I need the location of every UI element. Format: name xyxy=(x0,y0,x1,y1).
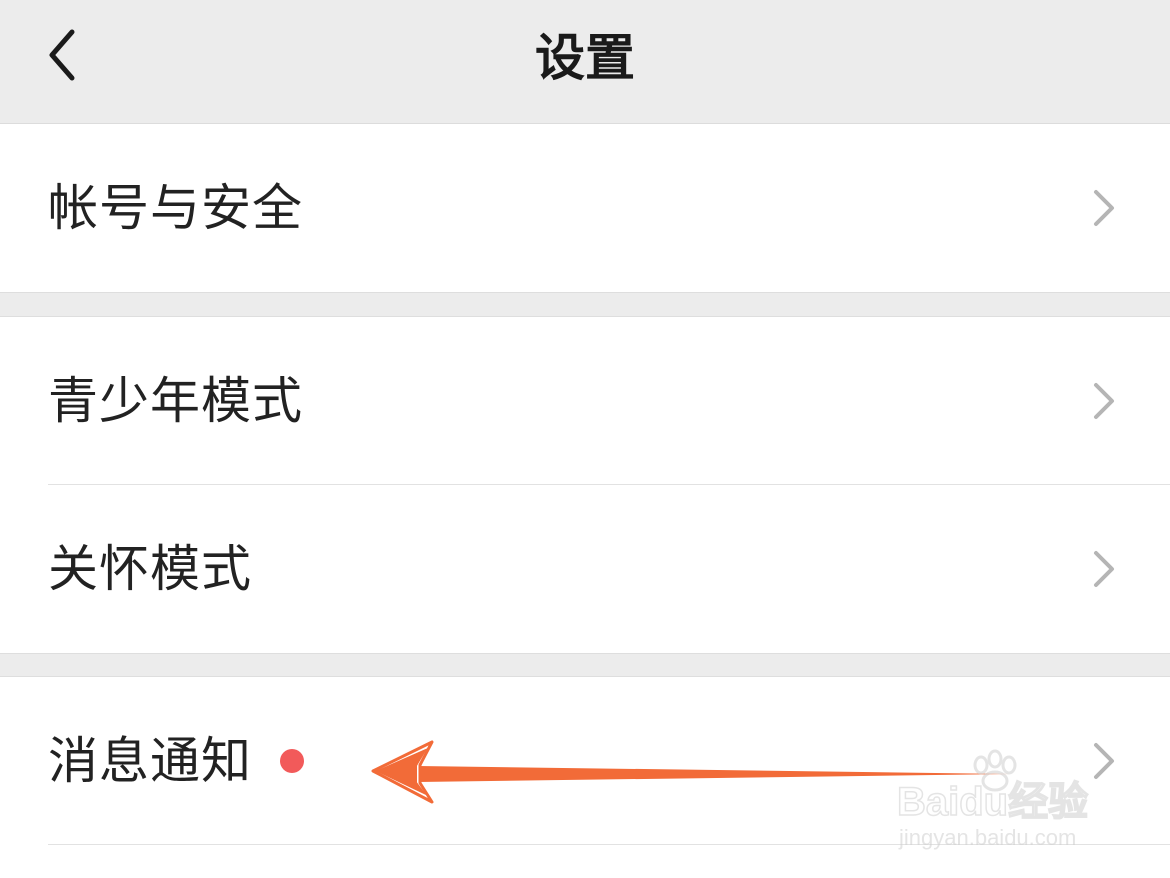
watermark-brand: Baidu经验 xyxy=(897,780,1088,824)
settings-item-label: 帐号与安全 xyxy=(48,179,303,237)
navigation-bar: 设置 xyxy=(0,0,1170,124)
settings-item-label: 关怀模式 xyxy=(48,540,252,598)
chevron-right-icon xyxy=(1094,551,1114,587)
settings-item-teen-mode[interactable]: 青少年模式 xyxy=(0,317,1170,485)
settings-item-label: 消息通知 xyxy=(48,732,252,790)
settings-group-account: 帐号与安全 xyxy=(0,124,1170,293)
chevron-right-icon xyxy=(1094,383,1114,419)
watermark-url: jingyan.baidu.com xyxy=(898,825,1076,850)
settings-item-account-security[interactable]: 帐号与安全 xyxy=(0,124,1170,292)
settings-item-care-mode[interactable]: 关怀模式 xyxy=(0,485,1170,653)
unread-badge-dot xyxy=(280,749,304,773)
settings-group-modes: 青少年模式 关怀模式 xyxy=(0,316,1170,654)
page-title: 设置 xyxy=(535,29,635,87)
settings-item-label: 青少年模式 xyxy=(48,372,303,430)
baidu-jingyan-watermark-icon: Baidu经验 jingyan.baidu.com xyxy=(896,749,1089,850)
chevron-right-icon xyxy=(1094,190,1114,226)
